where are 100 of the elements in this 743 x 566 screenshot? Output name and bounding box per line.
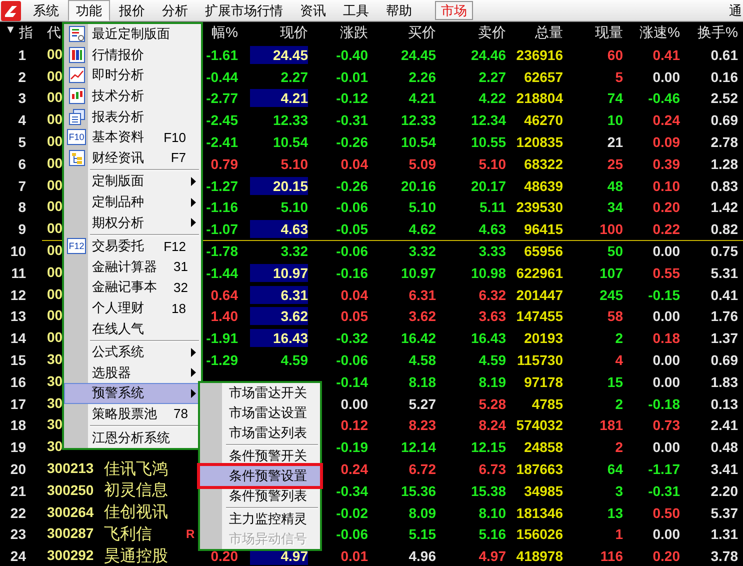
menu-item[interactable]: 扩展市场行情 xyxy=(197,0,291,21)
menu-item[interactable]: 条件预警开关 xyxy=(200,446,320,466)
table-cell: 58 xyxy=(607,308,623,324)
table-cell: 97178 xyxy=(524,374,563,390)
table-cell: 0.24 xyxy=(652,112,680,128)
table-cell: 0.73 xyxy=(652,417,680,434)
table-cell: 2.52 xyxy=(710,90,738,106)
menu-item[interactable]: 报表分析 xyxy=(64,106,201,127)
table-cell: -0.19 xyxy=(336,439,368,456)
column-header[interactable]: 代 xyxy=(47,24,61,40)
table-cell: 0.41 xyxy=(710,286,738,303)
table-cell: 0.09 xyxy=(652,134,680,150)
table-cell: -0.31 xyxy=(648,482,680,499)
menu-item[interactable]: F10 基本资料 F10 xyxy=(64,126,201,148)
column-header[interactable]: 幅% xyxy=(212,24,238,40)
line-chart-icon xyxy=(68,67,84,84)
menu-item[interactable]: 财经资讯 F7 xyxy=(64,148,201,168)
menu-item[interactable]: 定制版面 xyxy=(64,171,201,192)
table-cell: 0.82 xyxy=(710,221,738,238)
column-header[interactable]: 现价 xyxy=(280,24,308,40)
menu-item[interactable]: 金融记事本 32 xyxy=(64,277,201,298)
table-cell: 0.69 xyxy=(710,112,738,128)
menu-item[interactable]: 市场雷达开关 xyxy=(200,383,320,403)
menu-item[interactable]: 公式系统 xyxy=(64,342,201,362)
app-logo-icon xyxy=(1,0,21,20)
table-cell: -1.07 xyxy=(206,221,238,238)
table-cell: 5.11 xyxy=(480,199,506,216)
column-header[interactable]: 换手% xyxy=(698,24,738,40)
menu-item[interactable]: 在线人气 xyxy=(64,318,201,339)
table-cell: 4 xyxy=(615,352,623,368)
table-cell: 0.12 xyxy=(340,417,368,434)
menu-item[interactable]: 定制品种 xyxy=(64,192,201,212)
table-cell: 245 xyxy=(600,286,623,303)
table-cell: 4785 xyxy=(532,396,563,412)
table-cell: 74 xyxy=(607,90,623,106)
stock-code: 30 xyxy=(47,351,63,368)
table-cell: 10.54 xyxy=(400,134,436,150)
column-header[interactable]: 现量 xyxy=(595,24,623,40)
table-cell: 0.64 xyxy=(210,286,238,303)
table-cell: 0.20 xyxy=(652,548,680,564)
menu-item[interactable]: 预警系统 xyxy=(64,383,201,404)
menu-item[interactable]: 金融计算器 31 xyxy=(64,256,201,278)
menu-item[interactable]: 期权分析 xyxy=(64,212,201,233)
menu-item[interactable]: 个人理财 18 xyxy=(64,298,201,318)
stock-name: 佳讯飞鸿 xyxy=(104,460,168,478)
menu-item[interactable]: 行情报价 xyxy=(64,44,201,66)
table-cell: 62657 xyxy=(524,68,563,85)
table-cell: 3 xyxy=(615,482,623,499)
table-cell: 20.17 xyxy=(470,178,506,194)
menu-item[interactable]: 分析 xyxy=(154,0,196,21)
menu-item[interactable]: 主力监控精灵 xyxy=(200,509,320,529)
sort-icon[interactable]: ▼ xyxy=(5,24,16,42)
row-number: 15 xyxy=(10,352,26,368)
menu-item[interactable]: 功能 xyxy=(68,0,110,21)
column-header[interactable]: 总量 xyxy=(535,24,563,40)
stock-code: 00 xyxy=(47,198,63,214)
list-icon xyxy=(68,26,84,42)
menu-item[interactable]: F12 交易委托 F12 xyxy=(64,236,201,257)
table-cell: 2 xyxy=(615,439,623,456)
menu-item[interactable]: 技术分析 xyxy=(64,86,201,106)
margin-tag: R xyxy=(186,526,195,541)
table-cell: 0.01 xyxy=(340,548,368,564)
table-cell: 34 xyxy=(607,199,623,216)
table-cell: 10.98 xyxy=(470,264,506,281)
menu-item[interactable]: 江恩分析系统 xyxy=(64,427,201,448)
market-button[interactable]: 市场 xyxy=(435,1,473,20)
menu-item[interactable]: 市场雷达列表 xyxy=(200,423,320,443)
menu-item[interactable]: 条件预警设置 xyxy=(200,466,320,486)
menu-item[interactable]: 策略股票池 78 xyxy=(64,404,201,424)
table-cell: 13 xyxy=(607,504,623,521)
menu-item[interactable]: 条件预警列表 xyxy=(200,486,320,506)
column-header[interactable]: 涨速% xyxy=(640,24,680,40)
column-header[interactable]: 涨跌 xyxy=(340,24,368,40)
grid-icon xyxy=(68,46,84,63)
menu-item[interactable]: 通 xyxy=(729,2,743,20)
menu-item[interactable]: 报价 xyxy=(111,0,153,21)
function-key-icon: F10 xyxy=(66,129,86,146)
menu-item[interactable]: 最近定制版面 xyxy=(64,24,201,45)
table-cell: 20.16 xyxy=(400,178,436,194)
row-number: 16 xyxy=(10,374,26,390)
table-cell-text: 5.10 xyxy=(280,154,308,173)
table-cell: 10.55 xyxy=(470,134,506,150)
table-cell: 0.00 xyxy=(652,68,680,85)
menu-item[interactable]: 选股器 xyxy=(64,362,201,384)
menu-item[interactable]: 工具 xyxy=(335,0,377,21)
table-cell: 12.15 xyxy=(470,439,506,456)
table-cell: 0.79 xyxy=(210,156,238,172)
table-cell: -0.06 xyxy=(336,526,368,542)
menu-item[interactable]: 系统 xyxy=(25,0,67,21)
table-cell: -0.06 xyxy=(336,243,368,260)
table-cell-text: 3.32 xyxy=(280,242,308,260)
menu-item[interactable]: 资讯 xyxy=(292,0,334,21)
menu-item[interactable]: 市场雷达设置 xyxy=(200,403,320,423)
column-header[interactable]: 卖价 xyxy=(478,24,506,40)
table-cell: 0.04 xyxy=(340,286,368,303)
menu-item[interactable]: 帮助 xyxy=(378,0,420,21)
column-header[interactable]: 指 xyxy=(18,24,33,42)
table-cell: 12.33 xyxy=(400,112,436,128)
column-header[interactable]: 买价 xyxy=(408,24,436,40)
menu-item[interactable]: 即时分析 xyxy=(64,65,201,86)
